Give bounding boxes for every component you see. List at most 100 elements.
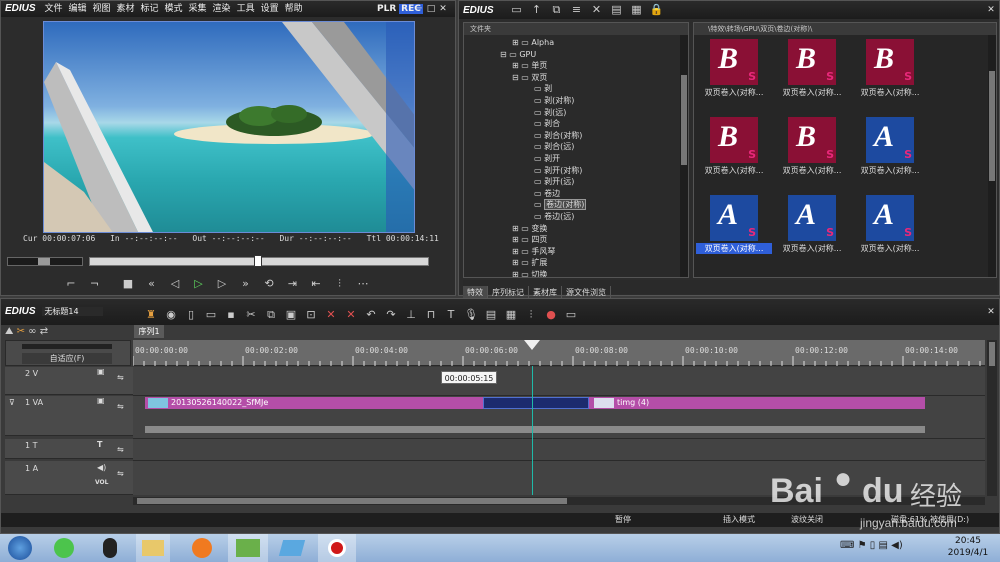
tray-keyboard-icon[interactable]: ⌨ xyxy=(840,540,854,551)
ripple-delete-icon[interactable]: ✕ xyxy=(341,306,361,324)
tree-item[interactable]: ⊞ ▭ 单页 xyxy=(464,60,688,72)
tree-item[interactable]: ▭ 剥 xyxy=(464,83,688,95)
grid-view-icon[interactable]: ▦ xyxy=(501,306,521,324)
taskbar-app-record-icon[interactable] xyxy=(318,534,356,562)
undo-icon[interactable]: ↶ xyxy=(361,306,381,324)
effect-thumb[interactable]: A S 双页卷入(对称... xyxy=(852,117,928,185)
speaker-icon[interactable]: ◀) xyxy=(97,463,106,472)
effect-thumb[interactable]: B S 双页卷入(对称... xyxy=(696,117,772,185)
taskbar-app-360-icon[interactable] xyxy=(46,534,82,562)
menu-capture[interactable]: 采集 xyxy=(189,4,207,14)
tree-item[interactable]: ▭ 剥(远) xyxy=(464,107,688,119)
link-icon[interactable]: ∞ xyxy=(28,326,36,337)
menu-view[interactable]: 视图 xyxy=(92,4,110,14)
effects-scrollbar[interactable] xyxy=(988,35,996,277)
menu-marker[interactable]: 标记 xyxy=(141,4,159,14)
ripple-icon[interactable]: ⊓ xyxy=(421,306,441,324)
open-icon[interactable]: ▭ xyxy=(201,306,221,324)
set-out-icon[interactable]: ¬ xyxy=(85,275,105,293)
track-sync-icon[interactable]: ⇋ xyxy=(117,445,124,454)
shuttle-slider[interactable] xyxy=(7,257,83,266)
zoom-slider[interactable] xyxy=(22,344,112,349)
more-icon[interactable]: ⋯ xyxy=(353,275,373,293)
track-sync-icon[interactable]: ⇋ xyxy=(117,373,124,382)
track-1t[interactable]: 1 T T ⇋ xyxy=(5,439,135,459)
sequence-tab[interactable]: 序列1 xyxy=(134,325,164,338)
track-1va[interactable]: ⊽ 1 VA ▣ ⇋ xyxy=(5,396,135,436)
stop-icon[interactable]: ■ xyxy=(118,275,138,293)
tree-item[interactable]: ▭ 剥合 xyxy=(464,118,688,130)
render-icon[interactable]: ● xyxy=(541,306,561,324)
new-sequence-icon[interactable]: ♜ xyxy=(141,306,161,324)
group-icon[interactable]: ⇄ xyxy=(40,326,48,337)
set-in-icon[interactable]: ⌐ xyxy=(61,275,81,293)
track-visibility-icon[interactable]: ▣ xyxy=(97,367,105,376)
up-folder-icon[interactable]: ↑ xyxy=(526,1,546,19)
effect-thumb[interactable]: A S 双页卷入(对称... xyxy=(774,195,850,263)
close-icon[interactable]: ✕ xyxy=(437,3,449,15)
step-back-icon[interactable]: ◁ xyxy=(165,275,185,293)
timeline-close-icon[interactable]: ✕ xyxy=(985,306,997,318)
position-slider[interactable] xyxy=(89,255,429,267)
taskbar-app-qq-icon[interactable] xyxy=(92,534,128,562)
playhead-marker[interactable] xyxy=(524,340,540,350)
menu-tools[interactable]: 工具 xyxy=(237,4,255,14)
menu-edit[interactable]: 编辑 xyxy=(68,4,86,14)
mixer-icon[interactable]: ⫶ xyxy=(521,306,541,324)
tree-item[interactable]: ⊞ ▭ 手风琴 xyxy=(464,246,688,258)
transition-block[interactable] xyxy=(483,397,589,409)
tree-item[interactable]: ⊟ ▭ GPU xyxy=(464,49,688,61)
menu-mode[interactable]: 模式 xyxy=(165,4,183,14)
tree-item[interactable]: ⊞ ▭ 切换 xyxy=(464,269,688,277)
tree-item[interactable]: ⊞ ▭ 扩展 xyxy=(464,257,688,269)
delete-icon[interactable]: ✕ xyxy=(586,1,606,19)
title-icon[interactable]: T xyxy=(441,306,461,324)
minimize-icon[interactable]: ─ xyxy=(413,3,425,15)
save-icon[interactable]: ▪ xyxy=(221,306,241,324)
plr-button[interactable]: PLR xyxy=(377,4,396,14)
tree-item-selected[interactable]: ▭ 卷边(对称) xyxy=(464,199,688,211)
menu-file[interactable]: 文件 xyxy=(44,4,62,14)
tree-item[interactable]: ▭ 剥合(对称) xyxy=(464,130,688,142)
taskbar-app-notes-icon[interactable] xyxy=(274,534,310,562)
folder-icon[interactable]: ▭ xyxy=(506,1,526,19)
menu-settings[interactable]: 设置 xyxy=(261,4,279,14)
menu-render[interactable]: 渲染 xyxy=(213,4,231,14)
effect-thumb[interactable]: A S 双页卷入(对称... xyxy=(852,195,928,263)
effect-thumb-selected[interactable]: A S 双页卷入(对称... xyxy=(696,195,772,263)
step-forward-icon[interactable]: ▷ xyxy=(212,275,232,293)
play-icon[interactable]: ▷ xyxy=(189,275,209,293)
overwrite-icon[interactable]: ⇤ xyxy=(306,275,326,293)
tray-volume-icon[interactable]: ◀) xyxy=(891,540,903,551)
new-file-icon[interactable]: ▯ xyxy=(181,306,201,324)
tray-flag-icon[interactable]: ⚑ xyxy=(858,540,867,551)
track-visibility-icon[interactable]: ▣ xyxy=(97,396,105,405)
taskbar-app-explorer-icon[interactable] xyxy=(136,534,170,562)
tree-item[interactable]: ▭ 剥开(远) xyxy=(464,176,688,188)
start-button[interactable] xyxy=(2,534,38,562)
tree-scrollbar[interactable] xyxy=(680,35,688,277)
maximize-icon[interactable]: □ xyxy=(425,3,437,15)
view-icon[interactable]: ⧉ xyxy=(546,1,566,19)
timeline-vscrollbar[interactable] xyxy=(987,340,997,496)
vol-label[interactable]: VOL xyxy=(95,479,108,486)
lock-icon[interactable]: 🔒 xyxy=(646,1,666,19)
snap-icon[interactable]: ✂ xyxy=(17,326,25,337)
replace-icon[interactable]: ⊡ xyxy=(301,306,321,324)
status-insert[interactable]: 插入模式 xyxy=(723,513,755,527)
tree-item[interactable]: ⊞ ▭ 四页 xyxy=(464,234,688,246)
mic-icon[interactable]: 🎙 xyxy=(461,306,481,324)
fit-dropdown[interactable]: 自适应(F) xyxy=(22,353,112,364)
tree-item[interactable]: ▭ 剥(对称) xyxy=(464,95,688,107)
align-icon[interactable]: ≡ xyxy=(566,1,586,19)
image-clip[interactable]: timg (4) xyxy=(591,397,925,409)
grid-icon[interactable]: ▦ xyxy=(626,1,646,19)
menu-help[interactable]: 帮助 xyxy=(285,4,303,14)
effect-thumb[interactable]: B S 双页卷入(对称... xyxy=(774,39,850,107)
track-2v[interactable]: 2 V ▣ ⇋ xyxy=(5,367,135,395)
position-handle[interactable] xyxy=(254,255,262,267)
fast-forward-icon[interactable]: » xyxy=(236,275,256,293)
tree-item[interactable]: ⊟ ▭ 双页 xyxy=(464,72,688,84)
tree-item[interactable]: ▭ 剥合(远) xyxy=(464,141,688,153)
split-icon[interactable]: ⫶ xyxy=(330,275,350,293)
